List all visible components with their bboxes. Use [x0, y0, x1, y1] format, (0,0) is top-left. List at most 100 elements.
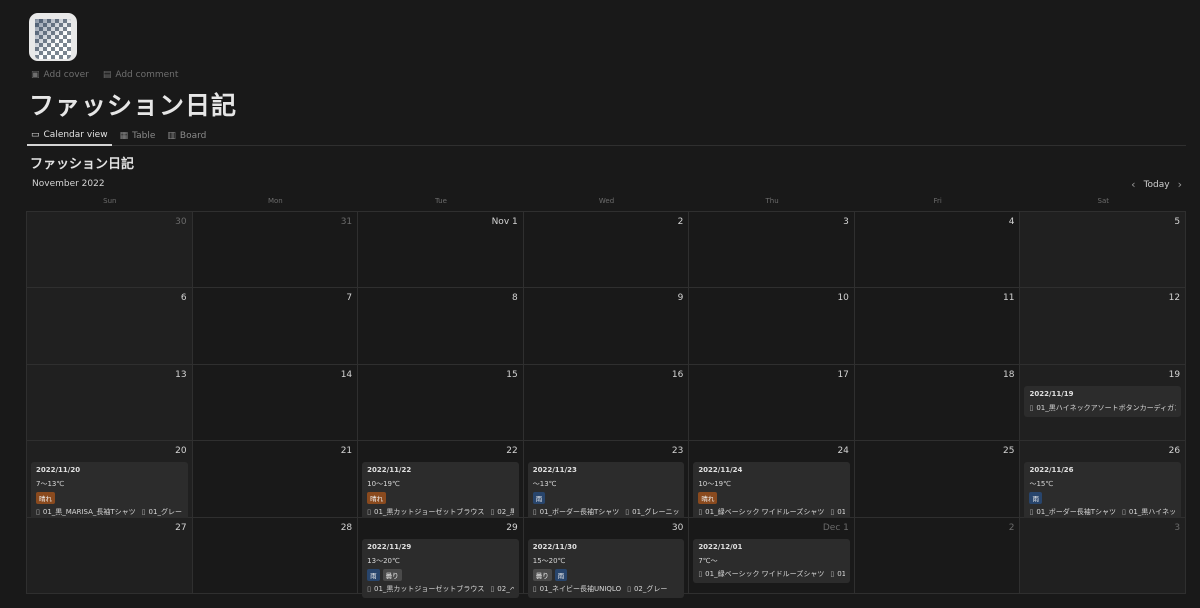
calendar-day[interactable]: 27	[27, 517, 193, 594]
document-icon: ▯	[490, 584, 495, 593]
calendar-day[interactable]: 5	[1020, 212, 1187, 289]
tab-table[interactable]: ▦ Table	[116, 126, 160, 145]
weather-tag: 晴れ	[367, 492, 387, 505]
outfit-item-link[interactable]: ▯ 01_緑ベーシック ワイドルーズシャツ	[698, 507, 824, 517]
add-comment-button[interactable]: ▤ Add comment	[103, 70, 179, 80]
document-icon: ▯	[830, 508, 835, 517]
weather-tag: 曇り	[382, 568, 402, 581]
calendar-day[interactable]: 21	[192, 441, 359, 518]
chevron-right-icon[interactable]: ›	[1178, 178, 1182, 191]
calendar-day[interactable]: 2	[523, 212, 690, 289]
diary-entry-card[interactable]: 2022/11/19 ▯ 01_黒ハイネックアソートボタンカーディガン	[1024, 385, 1182, 417]
calendar-day[interactable]: 18	[854, 364, 1021, 442]
calendar-day[interactable]: 23 2022/11/23 ～13℃ 雨 ▯ 01_ボーダー長袖Tシャツ ▯ 01_グレーニッ…	[523, 441, 690, 522]
calendar-day[interactable]: 13	[27, 364, 193, 442]
outfit-item-link[interactable]: ▯01_グレーニット	[625, 507, 679, 517]
calendar-day[interactable]: 26 2022/11/26 ～15℃ 雨 ▯ 01_ボーダー長袖Tシャツ ▯ 01_黒ハイネッ…	[1020, 441, 1187, 522]
calendar-day[interactable]: 9	[523, 288, 690, 365]
tab-calendar-view[interactable]: ▭ Calendar view	[27, 126, 112, 146]
calendar-day[interactable]: 11	[854, 288, 1021, 365]
calendar-day[interactable]: 17	[689, 364, 855, 442]
calendar-day[interactable]: 25	[854, 441, 1021, 518]
document-icon: ▯	[1029, 508, 1034, 517]
day-number: 17	[837, 369, 849, 380]
day-number: 26	[1168, 446, 1181, 457]
day-number: 15	[506, 369, 518, 380]
calendar-day[interactable]: Nov 1	[358, 212, 524, 289]
weekday-label: Thu	[765, 197, 779, 205]
outfit-item-link[interactable]: ▯ 01	[830, 569, 845, 579]
tab-label: Calendar view	[43, 130, 108, 140]
weather-tag: 曇り	[532, 568, 552, 581]
calendar-grid: 30 31 Nov 1 2 3 4 5 6 7 8 9 10 11 12 13 14 15 16 17 18 19 202…	[26, 211, 1187, 598]
outfit-item-label: 01_緑ベーシック ワイドルーズシャツ	[705, 508, 825, 517]
entry-date: 2022/11/22	[367, 466, 412, 475]
calendar-day[interactable]: 15	[358, 364, 524, 442]
page-icon[interactable]	[29, 13, 77, 61]
chevron-left-icon[interactable]: ‹	[1131, 178, 1135, 191]
calendar-day[interactable]: 20 2022/11/20 7～13℃ 晴れ ▯ 01_黒_MARISA_長袖Tシャツ ▯ 0…	[27, 441, 193, 522]
calendar-day[interactable]: 7	[192, 288, 359, 365]
comment-icon: ▤	[102, 70, 112, 80]
outfit-item-link[interactable]: ▯ 01_黒_MARISA_長袖Tシャツ	[36, 507, 136, 517]
diary-entry-card[interactable]: 2022/11/29 13～20℃ 雨曇り ▯ 01_黒カットジョーゼットブラウス ▯ 02…	[362, 538, 519, 598]
outfit-item-link[interactable]: ▯ 01_ボーダー長袖Tシャツ	[1029, 507, 1116, 517]
calendar-day[interactable]: 16	[523, 364, 690, 442]
calendar-day[interactable]: 8	[358, 288, 524, 365]
day-number: 2	[1008, 522, 1015, 533]
weekday-label: Sun	[103, 197, 117, 205]
calendar-day[interactable]: 28	[192, 517, 359, 594]
calendar-day[interactable]: 29 2022/11/29 13～20℃ 雨曇り ▯ 01_黒カットジョーゼットブラウス ▯…	[358, 517, 524, 598]
calendar-day[interactable]: 3	[1020, 517, 1187, 594]
document-icon: ▯	[698, 508, 703, 517]
outfit-item-link[interactable]: ▯ 01_黒カットジョーゼットブラウス	[367, 584, 484, 594]
day-number: 4	[1008, 217, 1015, 227]
add-cover-button[interactable]: ▣ Add cover	[31, 70, 89, 80]
checkerboard-icon	[35, 19, 71, 59]
tab-board[interactable]: ▥ Board	[163, 126, 210, 145]
outfit-item-link[interactable]: ▯ 01	[830, 507, 845, 517]
outfit-item-link[interactable]: ▯ 01_ボーダー長袖Tシャツ	[533, 507, 620, 517]
outfit-item-link[interactable]: ▯ 01_ネイビー長袖UNIQLO	[533, 584, 621, 594]
diary-entry-card[interactable]: 2022/11/24 10～19℃ 晴れ ▯ 01_緑ベーシック ワイドルーズシャツ ▯ 0…	[693, 462, 850, 522]
day-number: Nov 1	[491, 217, 518, 227]
outfit-item-label: 01_緑ベーシック ワイドルーズシャツ	[705, 569, 825, 578]
calendar-day[interactable]: 30 2022/11/30 15～20℃ 曇り雨 ▯ 01_ネイビー長袖UNIQLO ▯ 02…	[523, 517, 690, 598]
outfit-items: ▯ 01_黒ハイネックアソートボタンカーディガン	[1029, 403, 1176, 413]
outfit-item-link[interactable]: ▯01_グレーコート	[142, 507, 183, 517]
calendar-day[interactable]: 31	[192, 212, 359, 289]
outfit-item-link[interactable]: ▯ 02_グレー	[627, 584, 667, 594]
calendar-day[interactable]: 10	[689, 288, 855, 365]
diary-entry-card[interactable]: 2022/11/23～13℃雨▯01_ボーダー長袖Tシャツ▯01_グレーニット	[527, 462, 685, 522]
diary-entry-card[interactable]: 2022/11/30 15～20℃ 曇り雨 ▯ 01_ネイビー長袖UNIQLO ▯ 02_グ…	[527, 538, 685, 598]
outfit-item-label: 01	[837, 508, 845, 517]
diary-entry-card[interactable]: 2022/11/22 10～19℃ 晴れ ▯ 01_黒カットジョーゼットブラウス ▯ 02_…	[362, 462, 519, 522]
outfit-item-link[interactable]: ▯ 02_ベ	[490, 584, 513, 594]
outfit-items: ▯ 01_ネイビー長袖UNIQLO ▯ 02_グレー	[533, 584, 680, 594]
diary-entry-card[interactable]: 2022/11/20 7～13℃ 晴れ ▯ 01_黒_MARISA_長袖Tシャツ ▯ 01_…	[31, 462, 188, 522]
outfit-item-link[interactable]: ▯ 01_黒カットジョーゼットブラウス	[367, 507, 484, 517]
calendar-day[interactable]: 24 2022/11/24 10～19℃ 晴れ ▯ 01_緑ベーシック ワイドルーズシャツ…	[689, 441, 855, 522]
calendar-day[interactable]: 6	[27, 288, 193, 365]
database-title[interactable]: ファッション日記	[30, 153, 134, 172]
outfit-item-label: 02_グレー	[633, 584, 668, 593]
outfit-item-link[interactable]: ▯ 02_黒	[490, 507, 513, 517]
calendar-day[interactable]: 2	[854, 517, 1021, 594]
calendar-day[interactable]: 3	[689, 212, 855, 289]
day-number: 3	[1174, 522, 1181, 533]
calendar-day[interactable]: Dec 1 2022/12/01 7℃～ ▯ 01_緑ベーシック ワイドルーズシャツ ▯ 0…	[689, 517, 855, 594]
outfit-item-link[interactable]: ▯ 01_黒ハイネックアソートボタンカーディガン	[1029, 403, 1176, 413]
entry-temperature: 10～19℃	[367, 480, 400, 489]
outfit-item-label: 01_グレーコート	[148, 508, 183, 517]
calendar-day[interactable]: 14	[192, 364, 359, 442]
calendar-day[interactable]: 30	[27, 212, 193, 289]
calendar-day[interactable]: 19 2022/11/19 ▯ 01_黒ハイネックアソートボタンカーディガン	[1020, 364, 1187, 442]
diary-entry-card[interactable]: 2022/12/01 7℃～ ▯ 01_緑ベーシック ワイドルーズシャツ ▯ 01	[693, 538, 850, 583]
outfit-item-link[interactable]: ▯01_黒ハイネック	[1122, 507, 1176, 517]
calendar-day[interactable]: 4	[854, 212, 1021, 289]
outfit-item-link[interactable]: ▯ 01_緑ベーシック ワイドルーズシャツ	[698, 569, 824, 579]
diary-entry-card[interactable]: 2022/11/26～15℃雨▯01_ボーダー長袖Tシャツ▯01_黒ハイネック	[1024, 462, 1182, 522]
calendar-day[interactable]: 12	[1020, 288, 1187, 365]
today-button[interactable]: Today	[1144, 180, 1170, 190]
calendar-day[interactable]: 22 2022/11/22 10～19℃ 晴れ ▯ 01_黒カットジョーゼットブラウス ▯ 0…	[358, 441, 524, 522]
